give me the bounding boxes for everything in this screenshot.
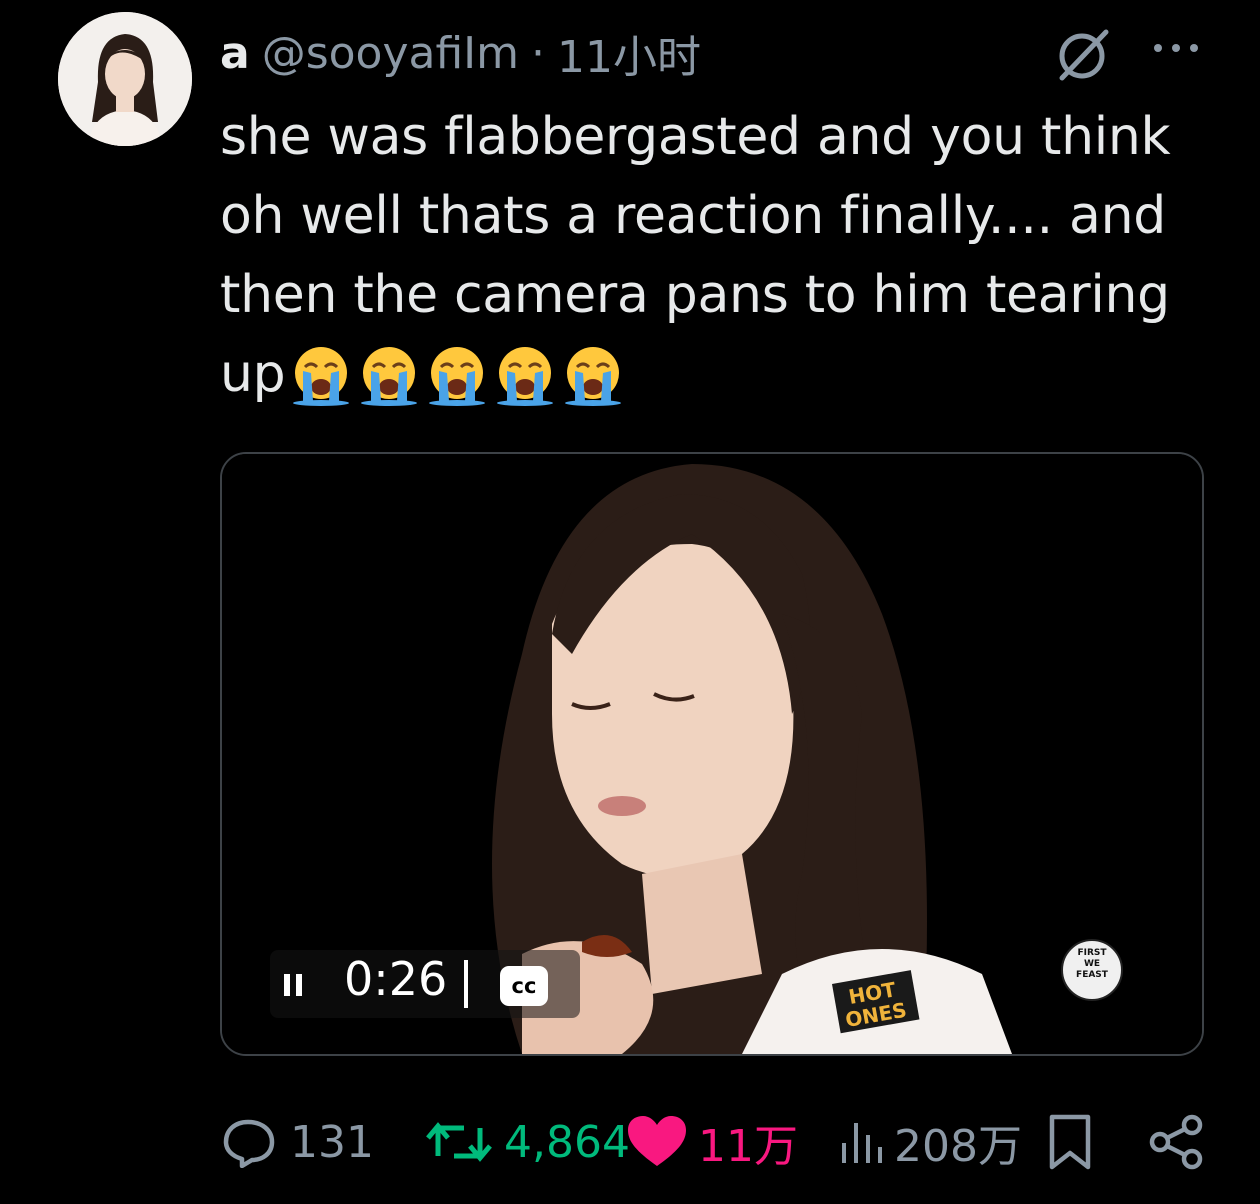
retweet-icon bbox=[426, 1122, 492, 1162]
progress-marker bbox=[464, 960, 468, 1008]
loudly-crying-face-icon bbox=[565, 347, 622, 406]
reply-count: 131 bbox=[290, 1116, 374, 1168]
views-count: 208万 bbox=[894, 1121, 1022, 1172]
first-we-feast-badge: FIRST WE FEAST bbox=[1068, 948, 1116, 981]
bookmark-icon bbox=[1049, 1114, 1091, 1170]
captions-button[interactable]: cc bbox=[500, 966, 548, 1006]
share-button[interactable] bbox=[1148, 1110, 1206, 1174]
emoji-row bbox=[289, 343, 625, 407]
more-icon[interactable] bbox=[1150, 36, 1202, 60]
loudly-crying-face-icon bbox=[293, 347, 350, 406]
like-button[interactable]: 11万 bbox=[626, 1110, 798, 1174]
reply-icon bbox=[223, 1119, 275, 1168]
loudly-crying-face-icon bbox=[497, 347, 554, 406]
share-icon bbox=[1149, 1114, 1203, 1170]
views-icon bbox=[842, 1123, 882, 1163]
video-time: 0:26 bbox=[344, 952, 448, 1006]
timestamp[interactable]: 11小时 bbox=[557, 21, 701, 85]
heart-icon bbox=[628, 1116, 686, 1166]
separator: · bbox=[531, 27, 546, 79]
user-handle[interactable]: @sooyafiIm bbox=[262, 28, 519, 79]
bookmark-button[interactable] bbox=[1046, 1110, 1094, 1174]
retweet-button[interactable]: 4,864 bbox=[424, 1110, 630, 1174]
action-bar: 131 4,864 11万 208万 bbox=[220, 1110, 1210, 1174]
like-count: 11万 bbox=[698, 1121, 798, 1172]
loudly-crying-face-icon bbox=[361, 347, 418, 406]
tweet-header: a @sooyafiIm · 11小时 bbox=[220, 18, 701, 88]
avatar[interactable] bbox=[58, 12, 192, 146]
grok-icon[interactable] bbox=[1052, 26, 1116, 82]
avatar-photo bbox=[58, 12, 192, 146]
retweet-count: 4,864 bbox=[504, 1116, 630, 1168]
loudly-crying-face-icon bbox=[429, 347, 486, 406]
display-name[interactable]: a bbox=[220, 28, 250, 79]
tweet-text: she was flabbergasted and you think oh w… bbox=[220, 98, 1220, 414]
views-button[interactable]: 208万 bbox=[838, 1110, 1022, 1174]
pause-icon[interactable] bbox=[284, 970, 304, 1000]
first-we-feast-text: FIRST WE FEAST bbox=[1076, 948, 1108, 980]
reply-button[interactable]: 131 bbox=[220, 1110, 374, 1174]
video-player[interactable]: 0:26 cc HOT ONES FIRST WE FEAST bbox=[220, 452, 1204, 1056]
